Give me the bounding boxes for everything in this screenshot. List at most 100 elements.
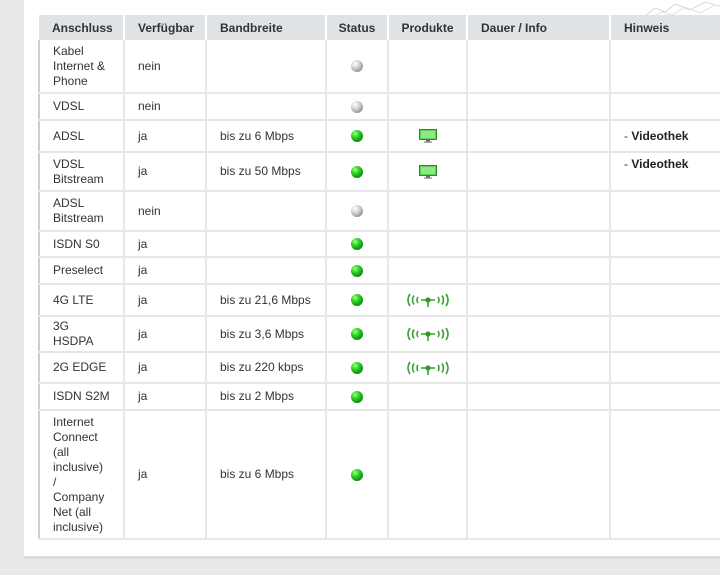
status-green-icon — [351, 390, 363, 403]
cell-dauer-info — [467, 410, 611, 540]
cell-produkte — [388, 191, 468, 232]
antenna-icon[interactable] — [405, 292, 451, 308]
cell-verfuegbar: nein — [124, 191, 207, 232]
status-green-icon — [351, 468, 363, 481]
table-row: ADSL ja bis zu 6 Mbps - Videothek — [38, 120, 720, 153]
table-row: 4G LTE ja bis zu 21,6 Mbps — [38, 284, 720, 317]
table-row: 2G EDGE ja bis zu 220 kbps — [38, 352, 720, 384]
cell-status — [326, 120, 389, 153]
status-green-icon — [351, 294, 363, 307]
cell-status — [326, 352, 389, 384]
anschluss-line: Internet — [53, 414, 94, 429]
anschluss-line: Connect — [53, 429, 98, 444]
anschluss-line: VDSL — [53, 99, 85, 113]
cell-dauer-info — [467, 93, 611, 121]
cell-hinweis — [610, 231, 720, 258]
anschluss-line: Net (all — [53, 504, 92, 519]
col-header-status: Status — [326, 15, 389, 40]
cell-verfuegbar: nein — [124, 93, 207, 121]
cell-verfuegbar: ja — [124, 120, 207, 153]
cell-bandbreite: bis zu 220 kbps — [206, 352, 327, 384]
cell-anschluss: ADSL — [38, 120, 125, 153]
cell-anschluss: VDSL Bitstream — [38, 152, 125, 192]
cell-produkte — [388, 120, 468, 153]
videothek-link[interactable]: Videothek — [631, 157, 688, 171]
anschluss-line: Bitstream — [53, 211, 104, 225]
status-green-icon — [351, 361, 363, 374]
table-row: ADSL Bitstream nein — [38, 191, 720, 232]
cell-produkte — [388, 231, 468, 258]
anschluss-line: Phone — [53, 73, 88, 88]
monitor-icon[interactable] — [418, 164, 437, 179]
cell-status — [326, 191, 389, 232]
cell-produkte — [388, 93, 468, 121]
cell-produkte — [388, 352, 468, 384]
anschluss-line: ADSL — [53, 128, 85, 143]
cell-status — [326, 410, 389, 540]
anschluss-line: 2G EDGE — [53, 360, 107, 374]
cell-dauer-info — [467, 352, 611, 384]
anschluss-line: (all — [53, 444, 70, 459]
cell-dauer-info — [467, 40, 611, 94]
cell-hinweis — [610, 352, 720, 384]
cell-verfuegbar: ja — [124, 257, 207, 285]
cell-dauer-info — [467, 152, 611, 192]
anschluss-line: ADSL — [53, 196, 85, 210]
cell-produkte — [388, 257, 468, 285]
cell-anschluss: 4G LTE — [38, 284, 125, 317]
cell-hinweis — [610, 40, 720, 94]
status-green-icon — [351, 238, 363, 251]
anschluss-line: Preselect — [53, 263, 104, 277]
cell-bandbreite: bis zu 2 Mbps — [206, 383, 327, 411]
cell-anschluss: 2G EDGE — [38, 352, 125, 384]
status-green-icon — [351, 165, 363, 178]
table-row: Internet Connect (all inclusive) / Company Net… — [38, 410, 720, 540]
cell-anschluss: ISDN S2M — [38, 383, 125, 411]
cell-status — [326, 257, 389, 285]
table-row: VDSL Bitstream ja bis zu 50 Mbps - Videothek — [38, 152, 720, 192]
cell-dauer-info — [467, 383, 611, 411]
cell-anschluss: 3G HSDPA — [38, 316, 125, 353]
cell-status — [326, 383, 389, 411]
cell-bandbreite — [206, 93, 327, 121]
cell-produkte — [388, 316, 468, 353]
cell-hinweis — [610, 316, 720, 353]
cell-verfuegbar: ja — [124, 316, 207, 353]
anschluss-line: 3G — [53, 319, 70, 333]
status-grey-icon — [351, 100, 363, 113]
col-header-dauer: Dauer / Info — [467, 15, 611, 40]
cell-bandbreite: bis zu 21,6 Mbps — [206, 284, 327, 317]
cell-hinweis — [610, 383, 720, 411]
cell-bandbreite — [206, 257, 327, 285]
cell-verfuegbar: ja — [124, 231, 207, 258]
status-green-icon — [351, 328, 363, 341]
cell-hinweis — [610, 410, 720, 540]
cell-bandbreite: bis zu 6 Mbps — [206, 410, 327, 540]
cell-bandbreite: bis zu 6 Mbps — [206, 120, 327, 153]
cell-anschluss: ADSL Bitstream — [38, 191, 125, 232]
col-header-produkte: Produkte — [388, 15, 468, 40]
cell-verfuegbar: ja — [124, 410, 207, 540]
table-row: ISDN S2M ja bis zu 2 Mbps — [38, 383, 720, 411]
cell-status — [326, 93, 389, 121]
cell-anschluss: ISDN S0 — [38, 231, 125, 258]
cell-bandbreite: bis zu 50 Mbps — [206, 152, 327, 192]
monitor-icon[interactable] — [418, 129, 437, 144]
cell-hinweis — [610, 191, 720, 232]
cell-produkte — [388, 284, 468, 317]
cell-produkte — [388, 410, 468, 540]
cell-hinweis — [610, 257, 720, 285]
table-row: 3G HSDPA ja bis zu 3,6 Mbps — [38, 316, 720, 353]
cell-produkte — [388, 383, 468, 411]
table-row: Preselect ja — [38, 257, 720, 285]
anschluss-line: Bitstream — [53, 171, 104, 186]
availability-table: Anschluss Verfügbar Bandbreite Status Pr… — [38, 15, 720, 540]
cell-produkte — [388, 152, 468, 192]
anschluss-line: HSDPA — [53, 334, 94, 348]
cell-bandbreite — [206, 231, 327, 258]
antenna-icon[interactable] — [405, 360, 451, 376]
antenna-icon[interactable] — [405, 326, 451, 342]
col-header-bandbreite: Bandbreite — [206, 15, 327, 40]
videothek-link[interactable]: Videothek — [631, 129, 688, 143]
cell-dauer-info — [467, 191, 611, 232]
